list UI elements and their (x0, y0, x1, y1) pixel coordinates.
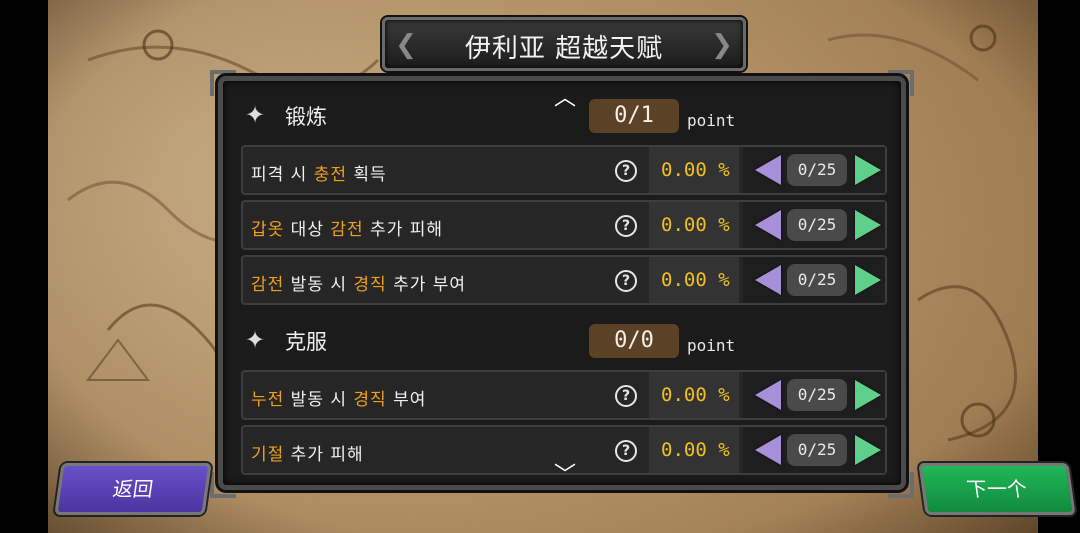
label-keyword: 누전 (251, 390, 285, 410)
talent-label: 감전 발동 시 경직 추가 부여 (251, 270, 466, 295)
talent-label: 누전 발동 시 경직 부여 (251, 385, 426, 410)
percent-value: 0.00 % (661, 269, 730, 291)
ornament-right-icon: ❯ (711, 30, 733, 60)
percent-cell: 0.00 % (649, 202, 739, 248)
diamond-icon: ✦ (245, 326, 266, 354)
point-unit: point (687, 336, 736, 355)
question-circle-icon[interactable]: ? (615, 440, 637, 462)
page-title: 伊利亚 超越天赋 (464, 34, 664, 64)
label-text: 추가 피해 (284, 445, 364, 465)
level-stepper: 0/25 (743, 372, 885, 418)
diamond-icon: ✦ (245, 101, 266, 129)
back-button-label: 返回 (111, 477, 155, 501)
level-count: 0/25 (787, 209, 847, 241)
right-arrow-icon[interactable] (855, 265, 881, 295)
percent-value: 0.00 % (661, 214, 730, 236)
label-keyword: 갑옷 (251, 220, 285, 240)
label-text: 대상 (284, 220, 331, 240)
left-arrow-icon[interactable] (755, 435, 781, 465)
question-circle-icon[interactable]: ? (615, 160, 637, 182)
game-screen: ❮ 伊利亚 超越天赋 ❯ ︿ ✦ 锻炼 0/1 point 피격 시 충전 획득… (0, 0, 1080, 533)
left-arrow-icon[interactable] (755, 155, 781, 185)
label-text: 획득 (347, 165, 387, 185)
talent-label: 기절 추가 피해 (251, 440, 364, 465)
label-text: 추가 부여 (386, 275, 467, 295)
level-count: 0/25 (787, 264, 847, 296)
talent-row: 피격 시 충전 획득 ? 0.00 % 0/25 (241, 145, 887, 195)
percent-value: 0.00 % (661, 439, 730, 461)
label-text: 추가 피해 (363, 220, 444, 240)
left-arrow-icon[interactable] (755, 210, 781, 240)
percent-cell: 0.00 % (649, 427, 739, 473)
left-arrow-icon[interactable] (755, 380, 781, 410)
section-title: 锻炼 (285, 105, 327, 129)
next-button[interactable]: 下一个 (918, 463, 1076, 515)
percent-cell: 0.00 % (649, 257, 739, 303)
label-keyword: 기절 (251, 445, 285, 465)
section-points: 0/1 (589, 99, 679, 133)
section-title: 克服 (285, 330, 327, 354)
talent-row: 감전 발동 시 경직 추가 부여 ? 0.00 % 0/25 (241, 255, 887, 305)
talent-row: 누전 발동 시 경직 부여 ? 0.00 % 0/25 (241, 370, 887, 420)
percent-value: 0.00 % (661, 159, 730, 181)
percent-cell: 0.00 % (649, 372, 739, 418)
chevron-down-icon[interactable]: ﹀ (550, 465, 580, 486)
question-circle-icon[interactable]: ? (615, 385, 637, 407)
left-arrow-icon[interactable] (755, 265, 781, 295)
section-header: ✦ 锻炼 0/1 point (223, 87, 901, 141)
question-circle-icon[interactable]: ? (615, 270, 637, 292)
label-keyword: 경직 (353, 390, 387, 410)
back-button[interactable]: 返回 (54, 463, 212, 515)
question-circle-icon[interactable]: ? (615, 215, 637, 237)
talent-label: 피격 시 충전 획득 (251, 160, 387, 185)
talent-label: 갑옷 대상 감전 추가 피해 (251, 215, 443, 240)
label-keyword: 경직 (353, 275, 387, 295)
talent-panel[interactable]: ︿ ✦ 锻炼 0/1 point 피격 시 충전 획득 ? 0.00 % 0/2… (218, 76, 906, 490)
level-count: 0/25 (787, 434, 847, 466)
level-stepper: 0/25 (743, 147, 885, 193)
talent-row: 갑옷 대상 감전 추가 피해 ? 0.00 % 0/25 (241, 200, 887, 250)
section-points: 0/0 (589, 324, 679, 358)
point-unit: point (687, 111, 736, 130)
level-count: 0/25 (787, 154, 847, 186)
right-arrow-icon[interactable] (855, 380, 881, 410)
label-keyword: 충전 (313, 165, 348, 185)
level-stepper: 0/25 (743, 427, 885, 473)
label-keyword: 감전 (251, 275, 285, 295)
percent-cell: 0.00 % (649, 147, 739, 193)
level-count: 0/25 (787, 379, 847, 411)
percent-value: 0.00 % (661, 384, 730, 406)
right-arrow-icon[interactable] (855, 435, 881, 465)
right-arrow-icon[interactable] (855, 155, 881, 185)
right-arrow-icon[interactable] (855, 210, 881, 240)
label-text: 발동 시 (284, 275, 354, 295)
level-stepper: 0/25 (743, 202, 885, 248)
label-text: 피격 시 (251, 165, 314, 185)
label-text: 발동 시 (284, 390, 354, 410)
title-plate: ❮ 伊利亚 超越天赋 ❯ (382, 17, 746, 71)
label-text: 부여 (386, 390, 427, 410)
section-header: ✦ 克服 0/0 point (223, 312, 901, 366)
label-keyword: 감전 (330, 220, 364, 240)
next-button-label: 下一个 (965, 477, 1029, 501)
level-stepper: 0/25 (743, 257, 885, 303)
